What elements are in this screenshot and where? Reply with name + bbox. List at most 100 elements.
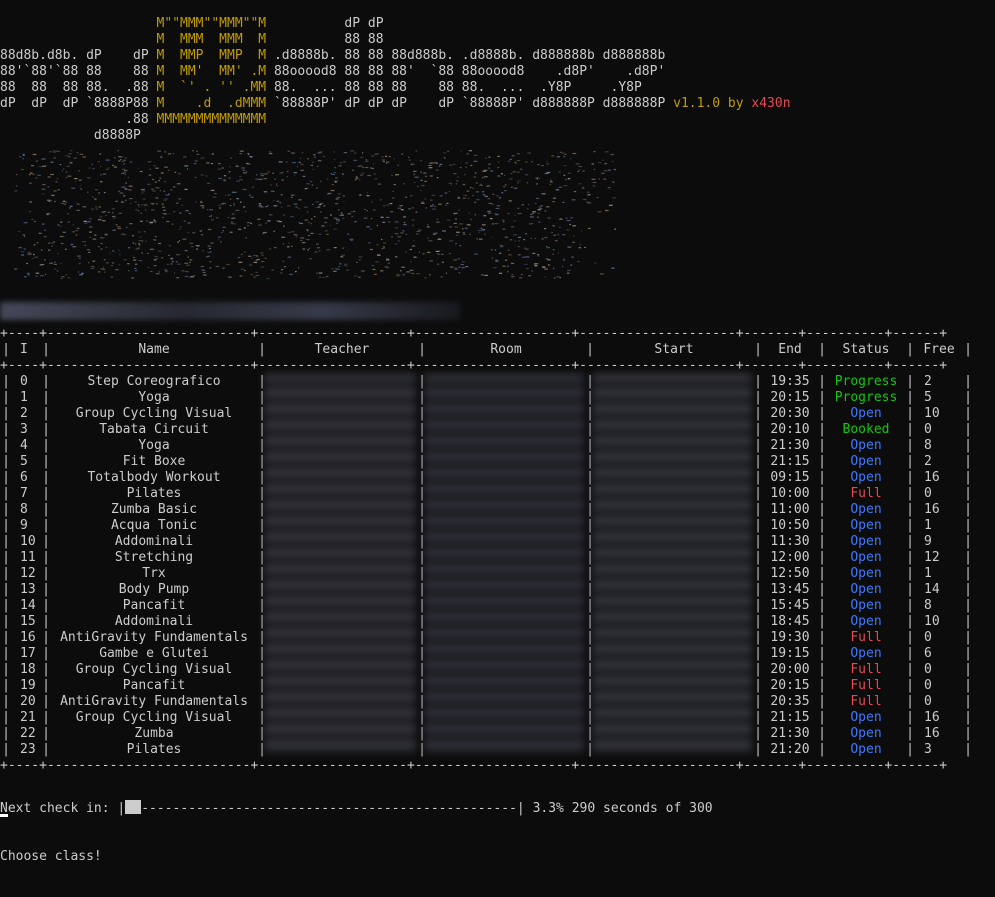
art-speck xyxy=(117,150,119,152)
art-speck xyxy=(134,267,137,269)
art-speck xyxy=(571,199,576,201)
art-speck xyxy=(375,261,379,263)
art-speck xyxy=(286,176,288,178)
art-speck xyxy=(281,269,284,271)
art-speck xyxy=(498,161,500,163)
art-speck xyxy=(381,159,385,161)
art-speck xyxy=(130,202,132,204)
art-speck xyxy=(397,236,402,238)
art-speck xyxy=(42,184,46,186)
art-speck xyxy=(537,164,540,166)
art-speck xyxy=(231,191,236,193)
art-speck xyxy=(112,250,115,252)
art-speck xyxy=(449,226,453,228)
art-speck xyxy=(31,165,35,167)
art-speck xyxy=(318,233,322,235)
art-speck xyxy=(388,203,391,205)
author-label: x430n xyxy=(751,96,791,111)
column-divider: | xyxy=(818,454,826,469)
art-speck xyxy=(582,187,585,189)
art-speck xyxy=(14,190,18,192)
row-index: 22 xyxy=(20,726,36,741)
art-speck xyxy=(565,217,568,219)
art-speck xyxy=(233,204,235,206)
art-speck xyxy=(187,256,189,258)
art-speck xyxy=(203,274,207,276)
art-speck xyxy=(72,246,77,248)
column-divider: | xyxy=(818,598,826,613)
column-divider: | xyxy=(2,614,10,629)
art-speck xyxy=(142,198,146,200)
column-divider: | xyxy=(754,406,762,421)
art-speck xyxy=(160,172,164,174)
art-speck xyxy=(559,277,561,279)
art-speck xyxy=(227,194,231,196)
art-speck xyxy=(567,246,572,248)
art-speck xyxy=(408,156,410,158)
art-speck xyxy=(304,206,308,208)
class-name: Pancafit xyxy=(122,678,186,693)
art-speck xyxy=(153,165,156,167)
art-speck xyxy=(420,160,422,162)
column-divider: | xyxy=(906,438,914,453)
art-speck xyxy=(546,246,548,248)
art-speck xyxy=(314,251,318,253)
art-speck xyxy=(273,199,275,201)
art-speck xyxy=(607,187,611,189)
art-speck xyxy=(168,254,170,256)
art-speck xyxy=(67,221,70,223)
art-speck xyxy=(454,267,458,269)
art-speck xyxy=(91,163,94,166)
art-speck xyxy=(48,249,51,251)
art-speck xyxy=(158,180,161,182)
art-speck xyxy=(338,214,342,216)
art-speck xyxy=(470,218,472,220)
art-speck xyxy=(202,206,204,208)
art-speck xyxy=(337,266,341,268)
column-divider: | xyxy=(818,694,826,709)
art-speck xyxy=(341,254,345,256)
end-time: 21:15 xyxy=(770,710,810,725)
art-speck xyxy=(311,203,314,205)
art-speck xyxy=(354,179,357,181)
art-speck xyxy=(38,232,42,234)
art-speck xyxy=(558,171,561,173)
art-speck xyxy=(287,256,292,258)
footer: Next check in: | ------------------------… xyxy=(0,768,713,897)
art-speck xyxy=(45,273,47,275)
art-speck xyxy=(239,201,242,203)
art-speck xyxy=(501,192,504,194)
art-speck xyxy=(541,193,546,195)
art-speck xyxy=(573,191,577,193)
art-speck xyxy=(241,253,243,255)
art-speck xyxy=(458,272,461,274)
art-speck xyxy=(192,232,196,234)
art-speck xyxy=(121,233,125,235)
art-speck xyxy=(211,153,214,155)
art-speck xyxy=(147,183,151,185)
art-speck xyxy=(232,223,236,225)
text-cursor[interactable] xyxy=(0,814,8,817)
art-speck xyxy=(428,164,432,167)
art-speck xyxy=(137,210,140,212)
art-speck xyxy=(276,200,280,202)
art-speck xyxy=(103,259,106,261)
art-speck xyxy=(18,230,20,233)
art-speck xyxy=(167,169,171,171)
art-speck xyxy=(562,201,565,203)
art-speck xyxy=(243,227,246,229)
art-speck xyxy=(54,261,56,263)
column-divider: | xyxy=(2,726,10,741)
art-speck xyxy=(435,250,440,252)
art-speck xyxy=(307,230,309,232)
art-speck xyxy=(429,175,433,177)
art-speck xyxy=(452,163,456,166)
art-speck xyxy=(563,185,568,187)
row-index: 1 xyxy=(20,390,28,405)
art-speck xyxy=(449,240,454,242)
art-speck xyxy=(252,186,254,188)
art-speck xyxy=(153,221,157,223)
art-speck xyxy=(394,243,398,245)
redacted-start-column xyxy=(592,374,752,754)
class-name: AntiGravity Fundamentals xyxy=(60,694,248,709)
